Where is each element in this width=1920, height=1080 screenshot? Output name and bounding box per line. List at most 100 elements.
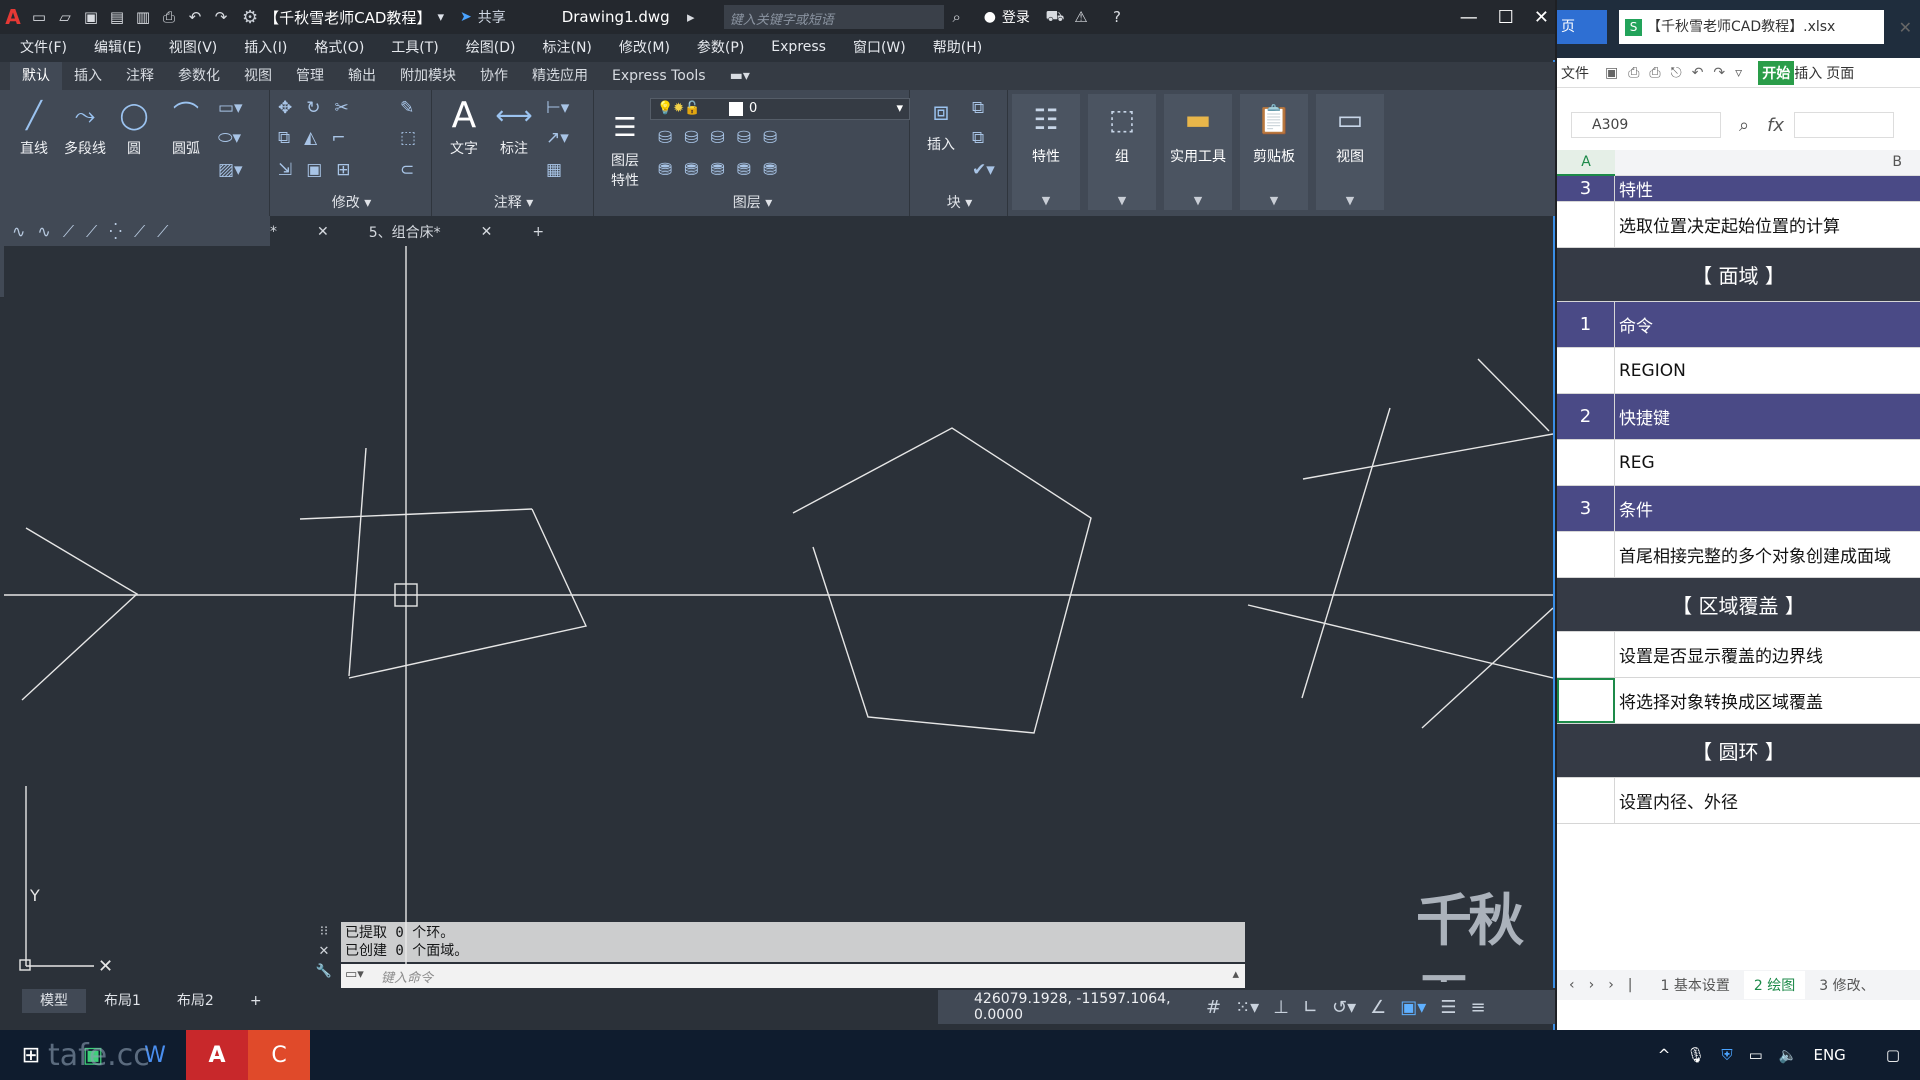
tab-page[interactable]: 页面 (1826, 63, 1854, 83)
leader-icon[interactable]: ↗▾ (546, 128, 569, 148)
table-row[interactable]: 1 命令 (1557, 302, 1920, 348)
circle-button[interactable]: ◯ 圆 (114, 94, 154, 158)
menu-file[interactable]: 文件 (1561, 63, 1589, 83)
tab-default[interactable]: 默认 (10, 62, 62, 90)
menu-format[interactable]: 格式(O) (314, 37, 364, 57)
tab-collaborate[interactable]: 协作 (468, 62, 520, 90)
language-indicator[interactable]: ENG (1813, 1046, 1845, 1064)
save-as-icon[interactable]: ▤ (104, 5, 130, 29)
insert-block-button[interactable]: ⧈ 插入 (916, 90, 966, 154)
file-tab-1[interactable]: * ✕ (270, 224, 329, 240)
table-row[interactable]: 选取位置决定起始位置的计算 (1557, 202, 1920, 248)
layer-tools-icon[interactable]: ⛁⛁⛁⛁⛁ (658, 128, 789, 148)
redo-icon[interactable]: ↷ (208, 5, 234, 29)
cell-b[interactable]: 将选择对象转换成区域覆盖 (1615, 678, 1920, 723)
chevron-up-icon[interactable]: ▴ (1232, 967, 1239, 982)
chevron-up-icon[interactable]: ^ (1658, 1046, 1671, 1064)
cell-a[interactable] (1557, 678, 1615, 723)
menu-help[interactable]: 帮助(H) (933, 37, 982, 57)
menu-modify[interactable]: 修改(M) (619, 37, 670, 57)
cell-a[interactable] (1557, 632, 1615, 677)
zoom-icon[interactable]: ⌕ (1739, 115, 1749, 136)
layer-dropdown[interactable]: 💡✹🔓 0 ▾ (650, 98, 910, 120)
properties-button[interactable]: ☷ 特性 ▼ (1012, 94, 1080, 210)
stretch-icon[interactable]: ⇲▣⊞ (278, 160, 365, 180)
table-row[interactable]: 2 快捷键 (1557, 394, 1920, 440)
menu-draw[interactable]: 绘图(D) (466, 37, 516, 57)
cell-b[interactable]: 选取位置决定起始位置的计算 (1615, 202, 1920, 247)
edit-block-icon[interactable]: ⧉ (972, 128, 984, 148)
autocad-icon[interactable]: A (186, 1030, 248, 1080)
menu-edit[interactable]: 编辑(E) (94, 37, 142, 57)
move-icon[interactable]: ✥↻✂ (278, 98, 363, 118)
undo-icon[interactable]: ↶ (182, 5, 208, 29)
sheet-grid[interactable]: 3 特性 选取位置决定起始位置的计算【 面域 】 1 命令 REGION 2 快捷键 REG 3 条… (1557, 176, 1920, 976)
menu-insert[interactable]: 插入(I) (244, 37, 287, 57)
customize-icon[interactable]: ≡ (1470, 997, 1485, 1018)
cell-a[interactable]: 3 (1557, 176, 1615, 201)
tab-express-tools[interactable]: Express Tools (600, 62, 718, 90)
menu-file[interactable]: 文件(F) (20, 37, 67, 57)
tab-model[interactable]: 模型 (22, 989, 86, 1013)
ribbon-toggle-icon[interactable]: ▬▾ (718, 62, 762, 90)
tab-manage[interactable]: 管理 (284, 62, 336, 90)
cell-b[interactable]: 【 区域覆盖 】 (1557, 578, 1920, 631)
cell-b[interactable]: 特性 (1615, 176, 1920, 201)
cell-a[interactable]: 1 (1557, 302, 1615, 347)
rectangle-icon[interactable]: ▭▾ (218, 98, 243, 118)
cell-a[interactable] (1557, 440, 1615, 485)
command-input[interactable]: ▭▾ 键入命令 ▴ (341, 964, 1245, 988)
wrench-icon[interactable]: 🔧 (309, 962, 339, 982)
autocad-logo-icon[interactable]: A (0, 5, 26, 29)
cell-b[interactable]: 首尾相接完整的多个对象创建成面域 (1615, 532, 1920, 577)
ortho-icon[interactable]: ∟ (1303, 997, 1318, 1018)
tab-start[interactable]: 开始 (1758, 60, 1795, 85)
table-row[interactable]: REGION (1557, 348, 1920, 394)
block-attr-icon[interactable]: ✔▾ (972, 160, 995, 180)
osnap-icon[interactable]: ▣▾ (1400, 997, 1426, 1018)
menu-tools[interactable]: 工具(T) (391, 37, 438, 57)
login-button[interactable]: ● 登录 (984, 7, 1030, 27)
table-row[interactable]: 【 面域 】 (1557, 248, 1920, 302)
table-row[interactable]: 【 圆环 】 (1557, 724, 1920, 778)
add-layout-icon[interactable]: + (232, 989, 280, 1013)
clipboard-button[interactable]: 📋 剪贴板 ▼ (1240, 94, 1308, 210)
menu-window[interactable]: 窗口(W) (853, 37, 906, 57)
close-icon[interactable]: ✕ (1899, 18, 1912, 37)
table-row[interactable]: 设置内径、外径 (1557, 778, 1920, 824)
menu-dimension[interactable]: 标注(N) (543, 37, 592, 57)
tab-addins[interactable]: 附加模块 (388, 62, 468, 90)
polyline-button[interactable]: ⤳ 多段线 (60, 94, 110, 158)
minimize-icon[interactable]: — (1460, 7, 1478, 28)
sheet-tab-2[interactable]: 2 绘图 (1743, 971, 1806, 999)
close-icon[interactable]: ✕ (317, 224, 329, 240)
table-row[interactable]: 【 区域覆盖 】 (1557, 578, 1920, 632)
sheet-tab-3[interactable]: 3 修改、 (1819, 975, 1874, 995)
text-button[interactable]: A 文字 (442, 94, 486, 158)
file-tab-2[interactable]: 5、组合床* ✕ (369, 222, 493, 242)
new-tab-button[interactable]: + (532, 224, 544, 240)
print-icon[interactable]: ⎙ (156, 5, 182, 29)
open-icon[interactable]: ▱ (52, 5, 78, 29)
cell-a[interactable] (1557, 532, 1615, 577)
close-icon[interactable]: ✕ (481, 224, 493, 240)
line-button[interactable]: ╱ 直线 (12, 94, 56, 158)
hatch-icon[interactable]: ▨▾ (218, 160, 243, 180)
tab-layout2[interactable]: 布局2 (159, 989, 232, 1013)
linear-dim-icon[interactable]: ⊢▾ (546, 98, 569, 118)
recorder-icon[interactable]: C (248, 1030, 310, 1080)
spreadsheet-file-tab[interactable]: S 【千秋雪老师CAD教程】.xlsx (1619, 10, 1884, 44)
maximize-icon[interactable]: ☐ (1498, 7, 1514, 28)
table-icon[interactable]: ▦ (546, 160, 562, 180)
lineweight-icon[interactable]: ☰ (1440, 997, 1456, 1018)
cell-a[interactable] (1557, 348, 1615, 393)
menu-express[interactable]: Express (771, 39, 826, 55)
table-row[interactable]: 设置是否显示覆盖的边界线 (1557, 632, 1920, 678)
modify-label[interactable]: 修改 ▾ (272, 192, 431, 212)
menu-parametric[interactable]: 参数(P) (697, 37, 744, 57)
arc-button[interactable]: ⌒ 圆弧 (164, 94, 208, 158)
spline-tools-icon[interactable]: ∿∿⟋⟋⁛⟋⟋ (12, 222, 180, 242)
shield-icon[interactable]: ⛨ (1721, 1046, 1732, 1064)
column-header-a[interactable]: A (1557, 150, 1615, 176)
tab-insert[interactable]: 插入 (62, 62, 114, 90)
